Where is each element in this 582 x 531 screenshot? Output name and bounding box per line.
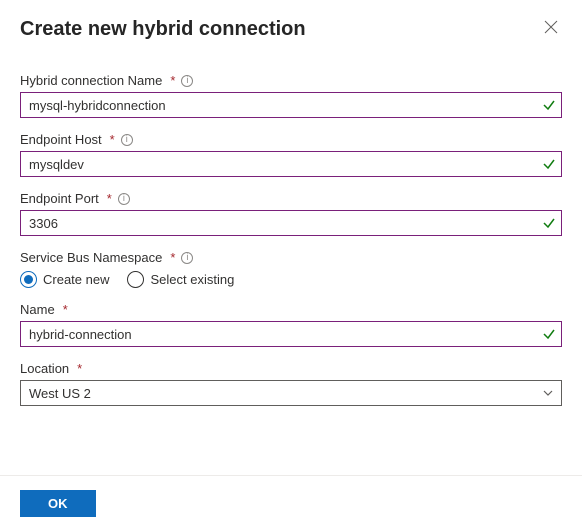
required-marker: * <box>110 132 115 147</box>
location-label: Location <box>20 361 69 376</box>
check-icon <box>542 157 556 171</box>
host-label: Endpoint Host <box>20 132 102 147</box>
close-icon[interactable] <box>540 18 562 36</box>
hcn-input[interactable] <box>20 92 562 118</box>
chevron-down-icon <box>542 387 554 399</box>
required-marker: * <box>170 250 175 265</box>
info-icon[interactable]: i <box>181 75 193 87</box>
required-marker: * <box>170 73 175 88</box>
page-title: Create new hybrid connection <box>20 18 306 41</box>
hcn-label: Hybrid connection Name <box>20 73 162 88</box>
location-value: West US 2 <box>29 386 91 401</box>
info-icon[interactable]: i <box>118 193 130 205</box>
radio-circle <box>20 271 37 288</box>
host-input[interactable] <box>20 151 562 177</box>
ok-button[interactable]: OK <box>20 490 96 517</box>
name-input[interactable] <box>20 321 562 347</box>
check-icon <box>542 216 556 230</box>
info-icon[interactable]: i <box>181 252 193 264</box>
radio-create-new[interactable]: Create new <box>20 271 109 288</box>
radio-circle <box>127 271 144 288</box>
check-icon <box>542 327 556 341</box>
required-marker: * <box>63 302 68 317</box>
port-label: Endpoint Port <box>20 191 99 206</box>
port-input[interactable] <box>20 210 562 236</box>
check-icon <box>542 98 556 112</box>
radio-select-existing-label: Select existing <box>150 272 234 287</box>
required-marker: * <box>77 361 82 376</box>
location-select[interactable]: West US 2 <box>20 380 562 406</box>
radio-select-existing[interactable]: Select existing <box>127 271 234 288</box>
name-label: Name <box>20 302 55 317</box>
info-icon[interactable]: i <box>121 134 133 146</box>
required-marker: * <box>107 191 112 206</box>
radio-create-new-label: Create new <box>43 272 109 287</box>
sbn-label: Service Bus Namespace <box>20 250 162 265</box>
